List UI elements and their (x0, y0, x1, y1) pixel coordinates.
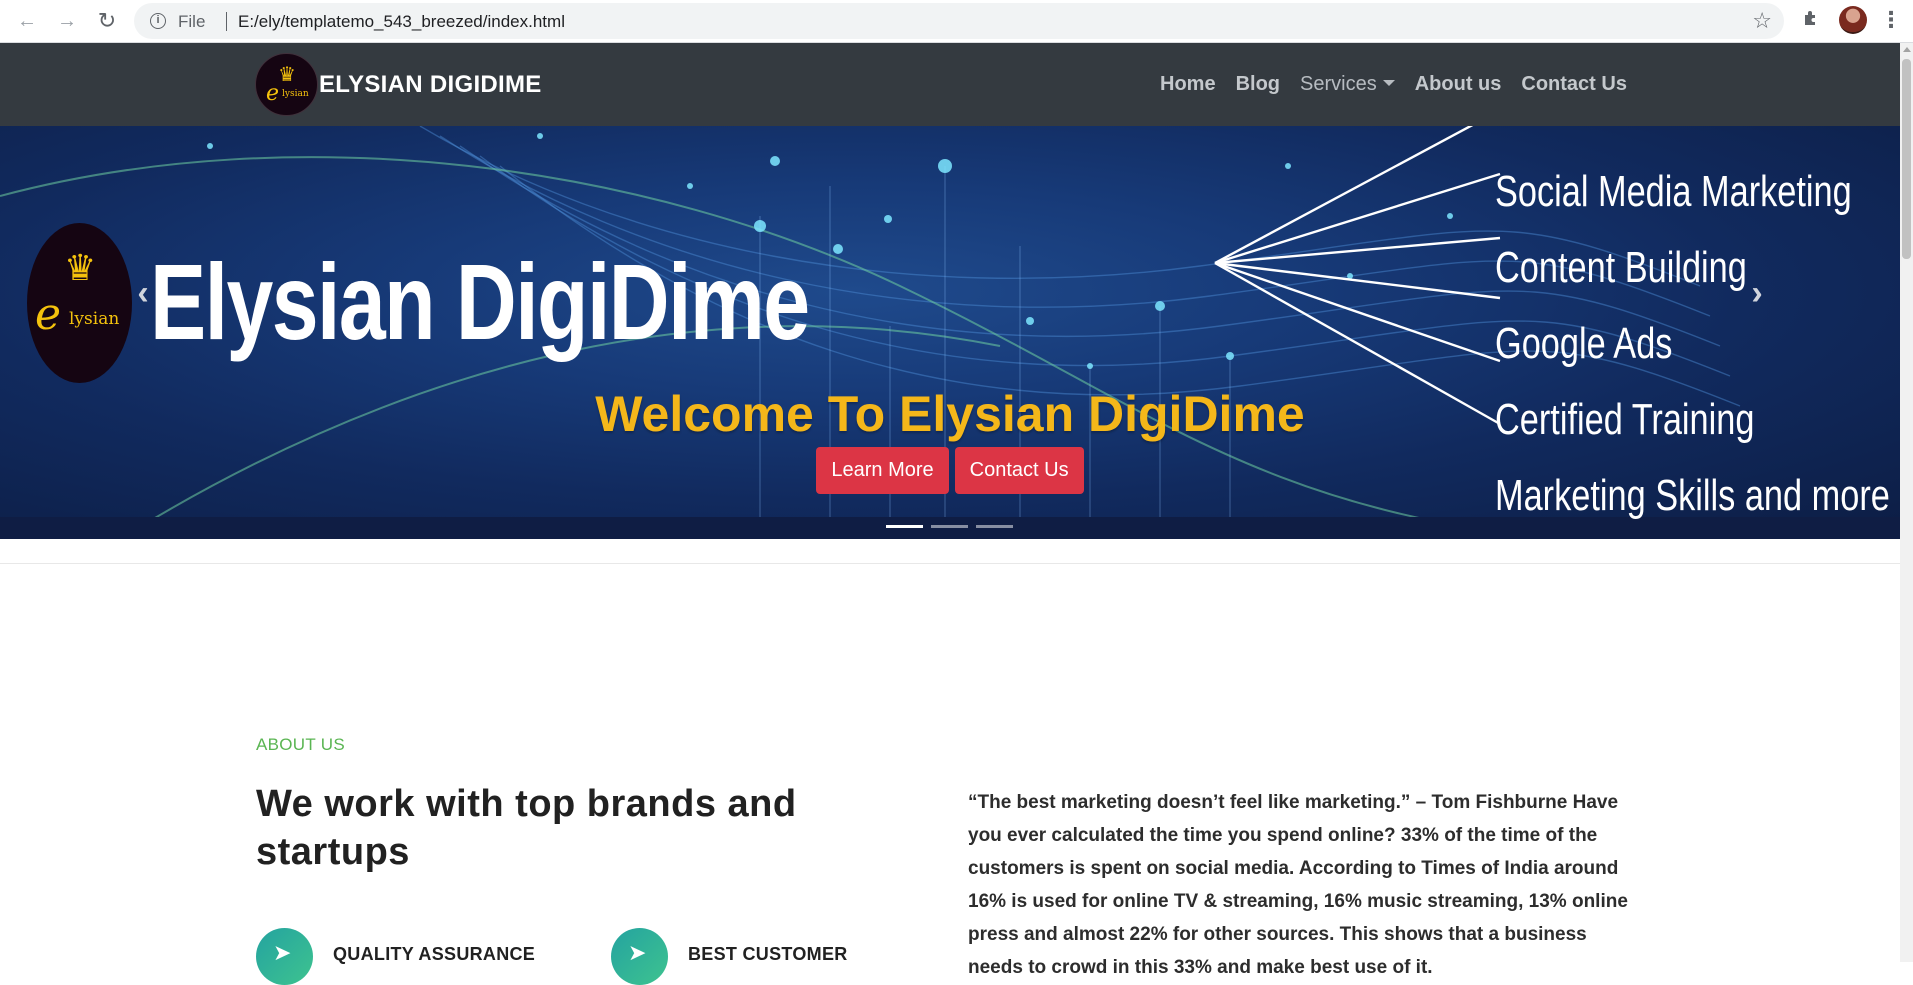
rocket-icon: ➤ (611, 928, 668, 985)
nav-link-home[interactable]: Home (1160, 73, 1216, 96)
hero-service-item: Content Building (1495, 243, 1747, 292)
reload-button[interactable]: ↻ (94, 8, 120, 34)
site-navbar: ♛ e lysian ELYSIAN DIGIDIME Home Blog Se… (0, 43, 1900, 126)
logo-word: lysian (282, 89, 309, 99)
hero-carousel: ♛ e lysian Elysian DigiDime Social Media… (0, 126, 1900, 539)
about-eyebrow: ABOUT US (256, 735, 345, 754)
contact-us-button[interactable]: Contact Us (954, 447, 1084, 494)
arrow-left-icon: ← (17, 9, 37, 32)
nav-link-services[interactable]: Services (1300, 73, 1395, 96)
scheme-label: File (178, 12, 206, 31)
nav-link-contact[interactable]: Contact Us (1521, 73, 1627, 96)
crown-icon: ♛ (64, 247, 97, 288)
star-icon[interactable]: ☆ (1752, 8, 1772, 34)
hero-logo-letter: e (35, 289, 62, 340)
scroll-up-arrow-icon[interactable] (1903, 47, 1911, 52)
brand-name[interactable]: ELYSIAN DIGIDIME (319, 71, 542, 99)
logo-letter: e (266, 81, 280, 106)
hero-service-item: Social Media Marketing (1495, 167, 1852, 216)
section-divider (0, 563, 1900, 564)
hero-logo-word: lysian (69, 309, 120, 329)
rocket-icon: ➤ (256, 928, 313, 985)
reload-icon: ↻ (97, 8, 117, 33)
browser-toolbar: ← → ↻ i File E:/ely/templatemo_543_breez… (0, 0, 1913, 43)
caret-down-icon (1382, 80, 1395, 87)
nav-link-blog[interactable]: Blog (1236, 73, 1280, 96)
url-text[interactable]: E:/ely/templatemo_543_breezed/index.html (238, 12, 565, 32)
forward-button[interactable]: → (54, 8, 80, 34)
carousel-indicator[interactable] (976, 525, 1013, 528)
hero-logo: ♛ e lysian (27, 223, 132, 383)
carousel-next-chevron-icon[interactable]: › (1742, 274, 1772, 314)
hero-banner-title: Elysian DigiDime (150, 241, 810, 362)
nav-links: Home Blog Services About us Contact Us (1160, 73, 1647, 96)
carousel-indicator[interactable] (931, 525, 968, 528)
info-icon[interactable]: i (150, 13, 166, 29)
page-scrollbar[interactable] (1900, 43, 1913, 962)
kebab-menu-icon[interactable]: ⋮ (1880, 8, 1902, 32)
feature-quality-assurance: ➤ QUALITY ASSURANCE (256, 928, 535, 985)
about-text: “The best marketing doesn’t feel like ma… (968, 792, 1628, 978)
profile-avatar[interactable] (1839, 6, 1867, 34)
address-bar[interactable]: i File E:/ely/templatemo_543_breezed/ind… (134, 3, 1784, 39)
carousel-indicator[interactable] (886, 525, 923, 528)
hero-caption: Welcome To Elysian DigiDime (595, 386, 1305, 442)
hero-buttons: Learn More Contact Us (0, 447, 1900, 494)
address-separator (226, 12, 227, 31)
brand-logo[interactable]: ♛ e lysian (255, 53, 318, 116)
nav-link-about[interactable]: About us (1415, 73, 1502, 96)
feature-best-customer: ➤ BEST CUSTOMER (611, 928, 848, 985)
nav-link-services-label: Services (1300, 73, 1377, 95)
crown-icon: ♛ (278, 64, 296, 86)
carousel-prev-chevron-icon[interactable]: ‹ (128, 274, 158, 314)
learn-more-button[interactable]: Learn More (816, 447, 949, 494)
back-button[interactable]: ← (14, 8, 40, 34)
about-title: We work with top brands and startups (256, 783, 797, 873)
scroll-thumb[interactable] (1902, 59, 1911, 259)
puzzle-icon[interactable] (1800, 8, 1824, 32)
carousel-indicators (886, 525, 1013, 528)
arrow-right-icon: → (57, 9, 77, 32)
hero-service-item: Google Ads (1495, 319, 1673, 368)
